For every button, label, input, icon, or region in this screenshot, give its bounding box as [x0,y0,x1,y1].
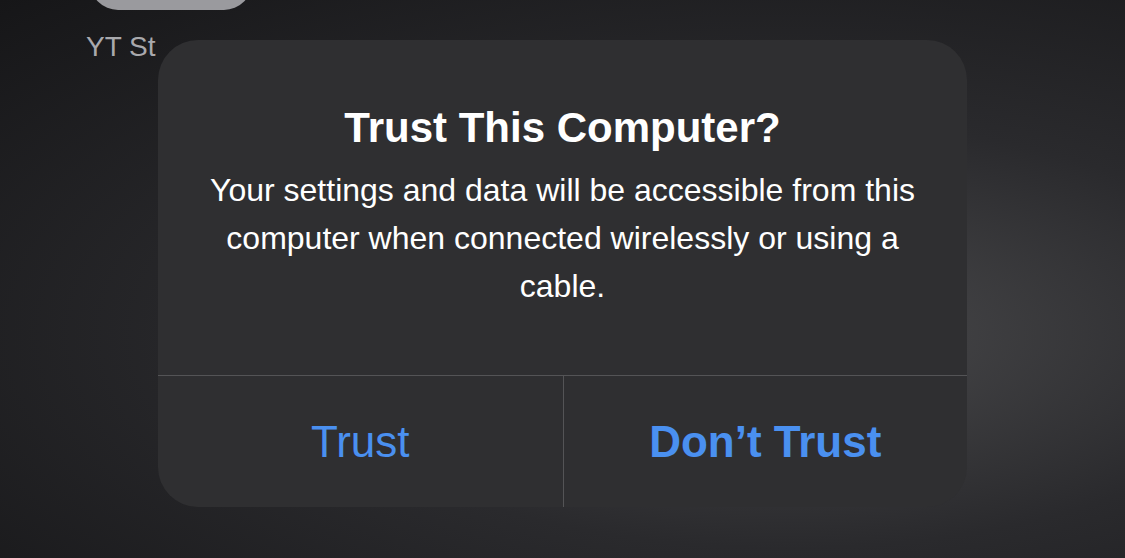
trust-alert: Trust This Computer? Your settings and da… [158,40,967,507]
dont-trust-button[interactable]: Don’t Trust [563,376,968,507]
alert-buttons: TrustDon’t Trust [158,375,967,507]
app-label[interactable]: YT St [86,30,156,64]
app-icon[interactable] [90,0,252,10]
trust-button[interactable]: Trust [158,376,563,507]
alert-title: Trust This Computer? [344,100,780,156]
alert-content: Trust This Computer? Your settings and da… [158,40,967,375]
lock-screen: YT St Trust This Computer? Your settings a… [0,0,1125,558]
alert-message: Your settings and data will be accessibl… [203,166,923,310]
